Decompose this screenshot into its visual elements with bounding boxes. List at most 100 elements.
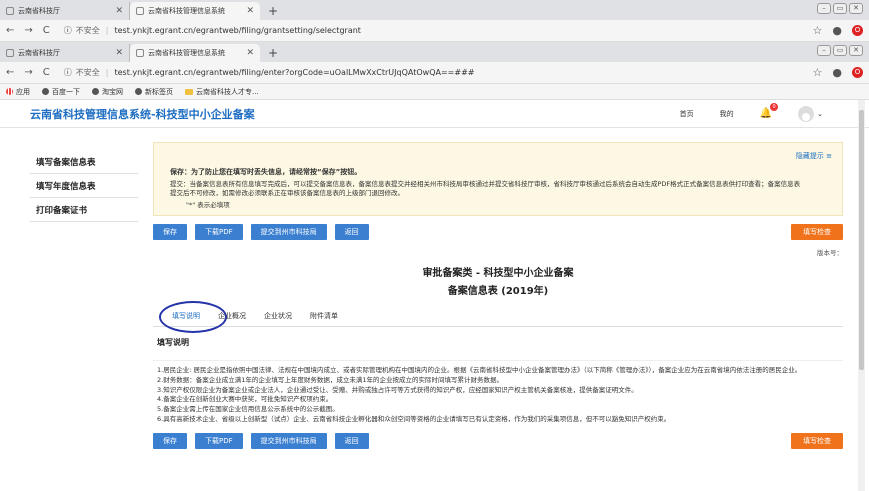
forward-icon[interactable]: → — [24, 67, 32, 78]
account-icon[interactable]: ● — [832, 66, 842, 79]
opera-icon[interactable]: O — [852, 25, 863, 36]
notification-badge: 0 — [770, 103, 779, 111]
globe-icon — [135, 88, 142, 95]
folder-icon — [185, 88, 193, 95]
back-button[interactable]: 返回 — [334, 432, 369, 449]
nav-home[interactable]: 首页 — [680, 109, 694, 119]
new-tab-icon[interactable]: + — [268, 46, 278, 60]
tab-instructions[interactable]: 填写说明 — [159, 301, 227, 333]
download-pdf-button[interactable]: 下载PDF — [195, 432, 243, 449]
close-icon[interactable]: ✕ — [115, 6, 123, 16]
nav-mine[interactable]: 我的 — [720, 109, 734, 119]
url-field[interactable]: ⓘ 不安全 | test.ynkjt.egrant.cn/egrantweb/fili… — [64, 25, 813, 36]
tab-overview[interactable]: 企业概况 — [209, 311, 255, 326]
instruction-item: 1.居民企业: 居民企业是指依照中国法律、法规在中国境内成立、或者实际管理机构在… — [157, 366, 802, 374]
maximize-icon[interactable]: ▭ — [833, 45, 847, 56]
form-subtitle: 备案信息表 (2019年) — [447, 286, 549, 297]
notice-required: "*" 表示必填项 — [186, 200, 230, 209]
instruction-item: 6.具有高新技术企业、省级以上创新型（试点）企业、云南省科技企业孵化器和众创空间… — [157, 414, 671, 423]
browser-tab[interactable]: 云南省科技厅 ✕ — [0, 2, 130, 20]
close-window-icon[interactable]: ✕ — [849, 45, 863, 56]
info-icon: ⓘ — [63, 26, 72, 35]
sidebar-item-print-cert[interactable]: 打印备案证书 — [30, 198, 138, 222]
notice-box: 隐藏提示 ≡ 保存：为了防止您在填写时丢失信息，请经常按“保存”按钮。 提交：当… — [153, 142, 843, 216]
bell-icon[interactable]: 🔔 0 — [760, 103, 779, 119]
submit-button[interactable]: 提交到州市科技局 — [250, 224, 327, 240]
bookmark-newtab[interactable]: 新标签页 — [135, 87, 173, 97]
browser-tab[interactable]: 云南省科技厅 ✕ — [0, 44, 130, 62]
site-brand[interactable]: 云南省科技管理信息系统-科技型中小企业备案 — [30, 106, 680, 122]
form-title: 审批备案类 - 科技型中小企业备案 — [422, 268, 574, 279]
submit-button[interactable]: 提交到州市科技局 — [250, 432, 327, 449]
browser-tab-active[interactable]: 云南省科技管理信息系统 ✕ — [130, 44, 260, 62]
favicon-icon — [136, 49, 144, 57]
hide-tips-link[interactable]: 隐藏提示 ≡ — [796, 151, 832, 161]
globe-icon — [42, 88, 49, 95]
instructions-text: 1.居民企业: 居民企业是指依照中国法律、法规在中国境内成立、或者实际管理机构在… — [153, 360, 843, 425]
avatar — [798, 105, 815, 122]
bookmark-talent[interactable]: 云南省科技人才专... — [185, 87, 259, 97]
browser-tab-active[interactable]: 云南省科技管理信息系统 ✕ — [130, 2, 260, 20]
reload-icon[interactable]: C — [43, 67, 50, 78]
top-toolbar: 保存 下载PDF 提交到州市科技局 返回 填写检查 — [153, 224, 843, 240]
star-icon[interactable]: ☆ — [813, 24, 823, 37]
new-tab-icon[interactable]: + — [268, 4, 278, 18]
download-pdf-button[interactable]: 下载PDF — [195, 224, 243, 240]
tab-attachments[interactable]: 附件清单 — [301, 311, 347, 326]
window-controls: – ▭ ✕ — [817, 45, 863, 56]
version-label: 版本号： — [817, 249, 843, 257]
close-icon[interactable]: ✕ — [246, 48, 254, 58]
favicon-icon — [6, 7, 14, 15]
section-title: 填写说明 — [157, 338, 189, 347]
minimize-icon[interactable]: – — [817, 3, 831, 14]
apps-icon — [6, 88, 13, 95]
maximize-icon[interactable]: ▭ — [833, 3, 847, 14]
tab-bar: 云南省科技厅 ✕ 云南省科技管理信息系统 ✕ + – ▭ ✕ — [0, 42, 869, 62]
scrollbar[interactable] — [858, 100, 865, 491]
notice-save: 保存：为了防止您在填写时丢失信息，请经常按“保存”按钮。 — [170, 168, 362, 176]
reload-icon[interactable]: C — [43, 25, 50, 36]
back-icon[interactable]: ← — [6, 25, 14, 36]
instruction-item: 2.财务数据：备案企业成立满1年的企业填写上年度财务数据，成立未满1年的企业按成… — [157, 375, 503, 384]
app-header: 云南省科技管理信息系统-科技型中小企业备案 首页 我的 🔔 0 ⌄ — [0, 100, 869, 128]
chevron-down-icon: ⌄ — [817, 109, 823, 118]
bookmark-taobao[interactable]: 淘宝网 — [92, 87, 123, 97]
address-bar: ← → C ⓘ 不安全 | test.ynkjt.egrant.cn/egrantwe… — [0, 20, 869, 42]
forward-icon[interactable]: → — [24, 25, 32, 36]
instruction-item: 4.备案企业在创新创业大赛中获奖，可批免知识产权项约束。 — [157, 395, 333, 404]
back-button[interactable]: 返回 — [334, 224, 369, 240]
check-button[interactable]: 填写检查 — [791, 432, 843, 449]
bookmark-baidu[interactable]: 百度一下 — [42, 87, 80, 97]
user-menu[interactable]: ⌄ — [798, 105, 823, 122]
main-content: 隐藏提示 ≡ 保存：为了防止您在填写时丢失信息，请经常按“保存”按钮。 提交：当… — [153, 142, 843, 449]
check-button[interactable]: 填写检查 — [791, 224, 843, 240]
instruction-item: 5.备案企业需上传在国家企业信用信息公示系统中的公示截图。 — [157, 405, 339, 413]
star-icon[interactable]: ☆ — [813, 66, 823, 79]
window-controls: – ▭ ✕ — [817, 3, 863, 14]
opera-icon[interactable]: O — [852, 67, 863, 78]
favicon-icon — [6, 49, 14, 57]
bottom-toolbar: 保存 下载PDF 提交到州市科技局 返回 填写检查 — [153, 432, 843, 449]
account-icon[interactable]: ● — [832, 24, 842, 37]
instruction-item: 3.知识产权仅限企业为备案企业或企业法人，企业通过受让、受赠、并购或独占许可等方… — [157, 385, 638, 394]
bookmark-apps[interactable]: 应用 — [6, 87, 30, 97]
globe-icon — [92, 88, 99, 95]
close-window-icon[interactable]: ✕ — [849, 3, 863, 14]
minimize-icon[interactable]: – — [817, 45, 831, 56]
notice-submit: 提交：当备案信息表所有信息填写完成后，可以提交备案信息表，备案信息表提交并经相关… — [170, 180, 801, 197]
sidebar: 填写备案信息表 填写年度信息表 打印备案证书 — [30, 150, 138, 222]
back-icon[interactable]: ← — [6, 67, 14, 78]
sidebar-item-filing-form[interactable]: 填写备案信息表 — [30, 150, 138, 174]
scrollbar-thumb[interactable] — [859, 110, 864, 370]
close-icon[interactable]: ✕ — [115, 48, 123, 58]
tab-status[interactable]: 企业状况 — [255, 311, 301, 326]
info-icon: ⓘ — [63, 68, 72, 77]
sidebar-item-annual-form[interactable]: 填写年度信息表 — [30, 174, 138, 198]
close-icon[interactable]: ✕ — [246, 6, 254, 16]
save-button[interactable]: 保存 — [153, 432, 187, 449]
url-field[interactable]: ⓘ 不安全 | test.ynkjt.egrant.cn/egrantweb/fili… — [64, 67, 813, 78]
bookmarks-bar: 应用 百度一下 淘宝网 新标签页 云南省科技人才专... — [0, 84, 869, 100]
tab-bar: 云南省科技厅 ✕ 云南省科技管理信息系统 ✕ + – ▭ ✕ — [0, 0, 869, 20]
save-button[interactable]: 保存 — [153, 224, 187, 240]
address-bar: ← → C ⓘ 不安全 | test.ynkjt.egrant.cn/egrantwe… — [0, 62, 869, 84]
